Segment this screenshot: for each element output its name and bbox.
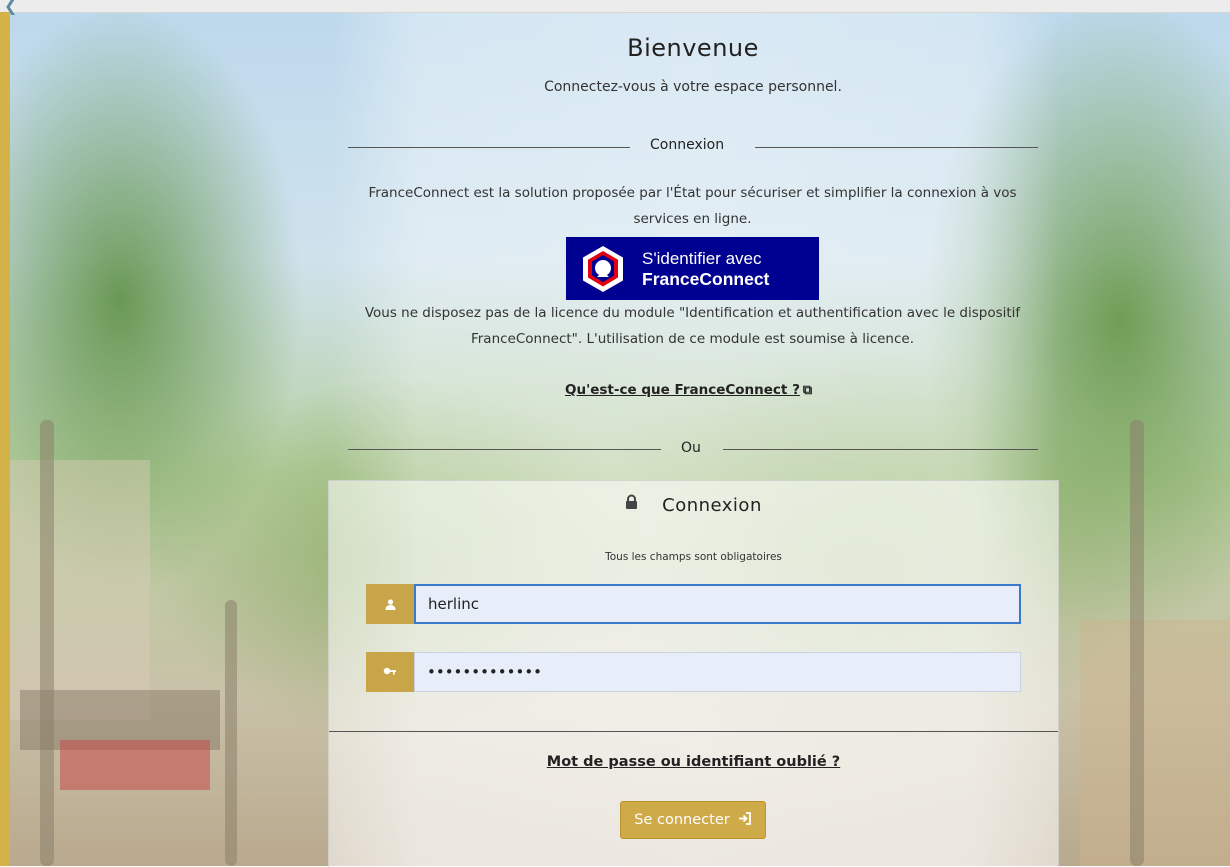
franceconnect-button-line1: S'identifier avec: [642, 248, 762, 268]
franceconnect-button-line2: FranceConnect: [642, 268, 770, 289]
login-panel-header: Connexion: [329, 493, 1058, 517]
required-fields-note: Tous les champs sont obligatoires: [605, 551, 782, 563]
franceconnect-section-label: Connexion: [650, 137, 725, 153]
lock-icon: [625, 493, 638, 514]
franceconnect-logo-icon: [578, 244, 628, 294]
franceconnect-button[interactable]: S'identifier avec FranceConnect: [566, 237, 819, 300]
sign-in-icon: [738, 811, 752, 829]
password-input[interactable]: [414, 652, 1021, 692]
panel-footer-divider: [329, 731, 1058, 732]
login-submit-button[interactable]: Se connecter: [620, 801, 766, 839]
key-icon: [366, 652, 414, 692]
or-divider-line-right: [723, 449, 1038, 450]
login-panel-title: Connexion: [662, 495, 762, 516]
franceconnect-info-link[interactable]: Qu'est-ce que FranceConnect ? ⧉: [565, 382, 812, 398]
page-subtitle: Connectez-vous à votre espace personnel.: [544, 79, 842, 95]
page-title: Bienvenue: [627, 34, 759, 62]
or-separator-label: Ou: [681, 440, 701, 456]
username-field: [366, 584, 1021, 624]
franceconnect-info-link-text: Qu'est-ce que FranceConnect ?: [565, 382, 800, 398]
password-field: [366, 652, 1021, 692]
login-submit-label: Se connecter: [634, 812, 730, 828]
forgot-credentials-link[interactable]: Mot de passe ou identifiant oublié ?: [329, 754, 1058, 770]
franceconnect-button-text: S'identifier avec FranceConnect: [642, 249, 769, 289]
login-page: Bienvenue Connectez-vous à votre espace …: [0, 0, 1230, 867]
or-divider-line-left: [348, 449, 661, 450]
franceconnect-licence-notice: Vous ne disposez pas de la licence du mo…: [364, 305, 1021, 347]
franceconnect-description: FranceConnect est la solution proposée p…: [368, 185, 1017, 227]
divider-line-right: [755, 147, 1038, 148]
divider-line-left: [348, 147, 630, 148]
username-input[interactable]: [414, 584, 1021, 624]
login-panel: Connexion Tous les champs sont obligatoi…: [328, 480, 1059, 867]
user-icon: [366, 584, 414, 624]
external-link-icon: ⧉: [802, 383, 813, 398]
